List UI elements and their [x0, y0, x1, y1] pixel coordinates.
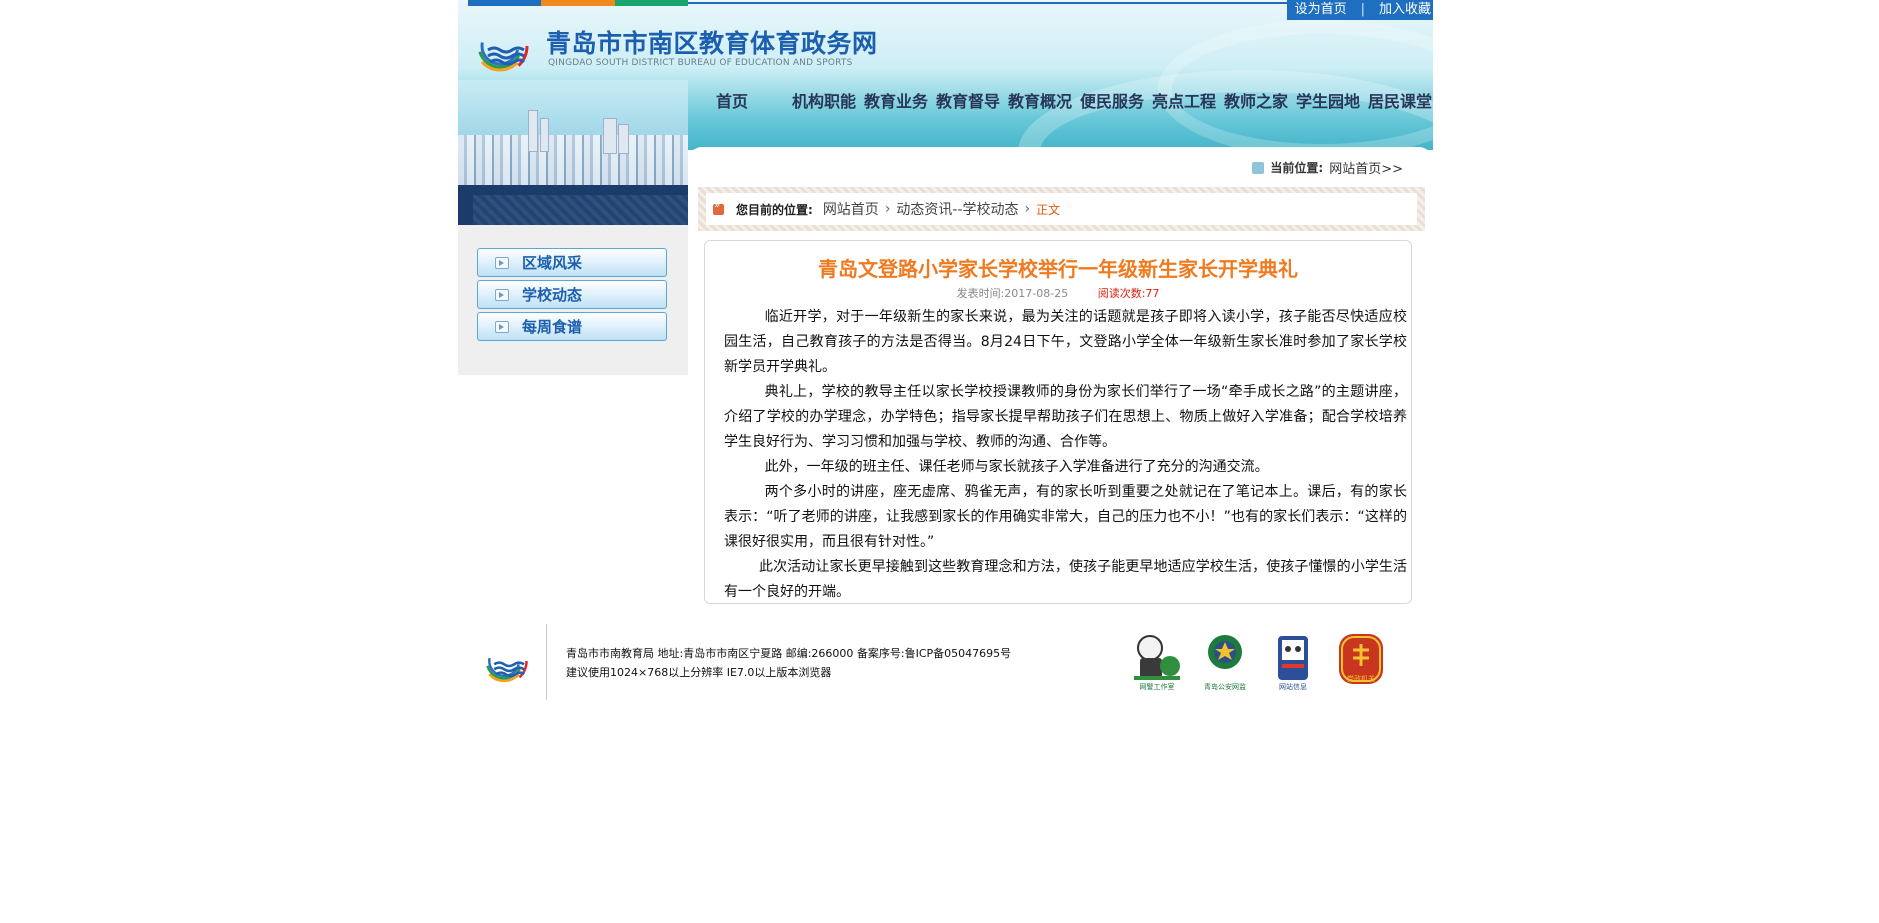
- footer-browser-note: 建议使用1024×768以上分辨率 IE7.0以上版本浏览器: [566, 666, 832, 679]
- badge-label: 青岛公安网监: [1204, 683, 1246, 691]
- article-paragraph: 典礼上，学校的教导主任以家长学校授课教师的身份为家长们举行了一场“牵手成长之路”…: [724, 384, 1407, 450]
- article-body: 临近开学，对于一年级新生的家长来说，最为关注的话题就是孩子即将入读小学，孩子能否…: [724, 305, 1407, 605]
- footer: 青岛市市南教育局 地址:青岛市市南区宁夏路 邮编:266000 备案序号:鲁IC…: [458, 622, 1433, 702]
- sidebar-item-label: 区域风采: [522, 254, 583, 272]
- sidebar-item-weekly-menu[interactable]: 每周食谱: [477, 312, 667, 341]
- police-icon: [1134, 635, 1180, 680]
- shield-icon: [1208, 635, 1242, 669]
- add-favorite-link[interactable]: 加入收藏: [1379, 0, 1431, 20]
- breadcrumb: 您目前的位置: 网站首页 › 动态资讯--学校动态 › 正文: [706, 193, 1417, 225]
- play-icon: [495, 256, 509, 269]
- badge-party-government[interactable]: 党政机关: [1332, 630, 1390, 692]
- top-links-separator: |: [1360, 2, 1365, 17]
- chevron-right-icon: ›: [884, 201, 891, 217]
- play-icon: [495, 320, 509, 333]
- site-subtitle: QINGDAO SOUTH DISTRICT BUREAU OF EDUCATI…: [548, 58, 853, 68]
- breadcrumb-section[interactable]: 动态资讯--学校动态: [896, 199, 1018, 219]
- top-links: 设为首页 | 加入收藏: [1286, 0, 1433, 20]
- nav-item-functions[interactable]: 机构职能: [788, 88, 860, 112]
- city-photo: [458, 80, 688, 225]
- article: 青岛文登路小学家长学校举行一年级新生家长开学典礼 发表时间:2017-08-25…: [704, 240, 1412, 604]
- footer-address: 青岛市市南教育局 地址:青岛市市南区宁夏路 邮编:266000 备案序号:鲁IC…: [566, 647, 1012, 660]
- article-meta: 发表时间:2017-08-25 阅读次数:77: [705, 285, 1411, 301]
- site-title: 青岛市市南区教育体育政务网: [546, 29, 878, 58]
- article-title: 青岛文登路小学家长学校举行一年级新生家长开学典礼: [818, 257, 1298, 281]
- location-label: 当前位置:: [1270, 161, 1324, 175]
- main-nav: 首页 机构职能 教育业务 教育督导 教育概况 便民服务 亮点工程 教师之家 学生…: [708, 88, 1433, 112]
- article-paragraph: 临近开学，对于一年级新生的家长来说，最为关注的话题就是孩子即将入读小学，孩子能否…: [724, 309, 1407, 375]
- site-logo-icon[interactable]: [466, 14, 536, 78]
- sidebar: 区域风采 学校动态 每周食谱: [458, 225, 688, 375]
- breadcrumb-home[interactable]: 网站首页: [823, 199, 879, 219]
- nav-item-supervision[interactable]: 教育督导: [932, 88, 1004, 112]
- sidebar-item-label: 每周食谱: [522, 318, 583, 336]
- article-date: 发表时间:2017-08-25: [956, 287, 1069, 300]
- badge-label: 网警工作室: [1139, 683, 1175, 691]
- article-paragraph: 两个多小时的讲座，座无虚席、鸦雀无声，有的家长听到重要之处就记在了笔记本上。课后…: [724, 484, 1407, 550]
- article-views: 阅读次数:77: [1097, 287, 1160, 300]
- article-paragraph: 此外，一年级的班主任、课任老师与家长就孩子入学准备进行了充分的沟通交流。: [764, 459, 1269, 475]
- play-icon: [495, 288, 509, 301]
- sidebar-item-region[interactable]: 区域风采: [477, 248, 667, 277]
- nav-item-services[interactable]: 便民服务: [1076, 88, 1148, 112]
- footer-info: 青岛市市南教育局 地址:青岛市市南区宁夏路 邮编:266000 备案序号:鲁IC…: [566, 644, 1011, 682]
- breadcrumb-frame: 您目前的位置: 网站首页 › 动态资讯--学校动态 › 正文: [698, 187, 1425, 231]
- sidebar-item-label: 学校动态: [522, 286, 583, 304]
- badge-police-studio[interactable]: 网警工作室: [1128, 630, 1186, 692]
- page: 青岛市市南区教育体育政务网 QINGDAO SOUTH DISTRICT BUR…: [458, 0, 1433, 923]
- breadcrumb-label: 您目前的位置:: [736, 202, 813, 217]
- badge-label: 网站信息: [1279, 683, 1307, 691]
- article-paragraph: 此次活动让家长更早接触到这些教育理念和方法，使孩子能更早地适应学校生活，使孩子懂…: [724, 559, 1407, 600]
- badge-public-security[interactable]: 青岛公安网监: [1196, 630, 1254, 692]
- double-arrow-icon: [713, 200, 724, 215]
- badge-label: 党政机关: [1347, 675, 1375, 683]
- nav-item-teachers[interactable]: 教师之家: [1220, 88, 1292, 112]
- location-icon: [1252, 161, 1265, 174]
- nav-item-students[interactable]: 学生园地: [1292, 88, 1364, 112]
- nav-item-home[interactable]: 首页: [708, 88, 788, 112]
- current-location: 当前位置: 网站首页>>: [1252, 158, 1403, 177]
- nav-item-education-business[interactable]: 教育业务: [860, 88, 932, 112]
- color-strip: [468, 0, 688, 6]
- set-homepage-link[interactable]: 设为首页: [1295, 0, 1347, 20]
- chevron-right-icon: ›: [1024, 201, 1031, 217]
- sidebar-item-school-news[interactable]: 学校动态: [477, 280, 667, 309]
- location-home-link[interactable]: 网站首页>>: [1329, 158, 1403, 177]
- footer-logo-icon: [480, 637, 528, 685]
- badge-site-info[interactable]: 网站信息: [1264, 630, 1322, 692]
- nav-item-residents[interactable]: 居民课堂: [1364, 88, 1433, 112]
- mascot-icon: [1278, 636, 1308, 680]
- breadcrumb-current: 正文: [1036, 202, 1061, 217]
- nav-item-overview[interactable]: 教育概况: [1004, 88, 1076, 112]
- nav-item-highlights[interactable]: 亮点工程: [1148, 88, 1220, 112]
